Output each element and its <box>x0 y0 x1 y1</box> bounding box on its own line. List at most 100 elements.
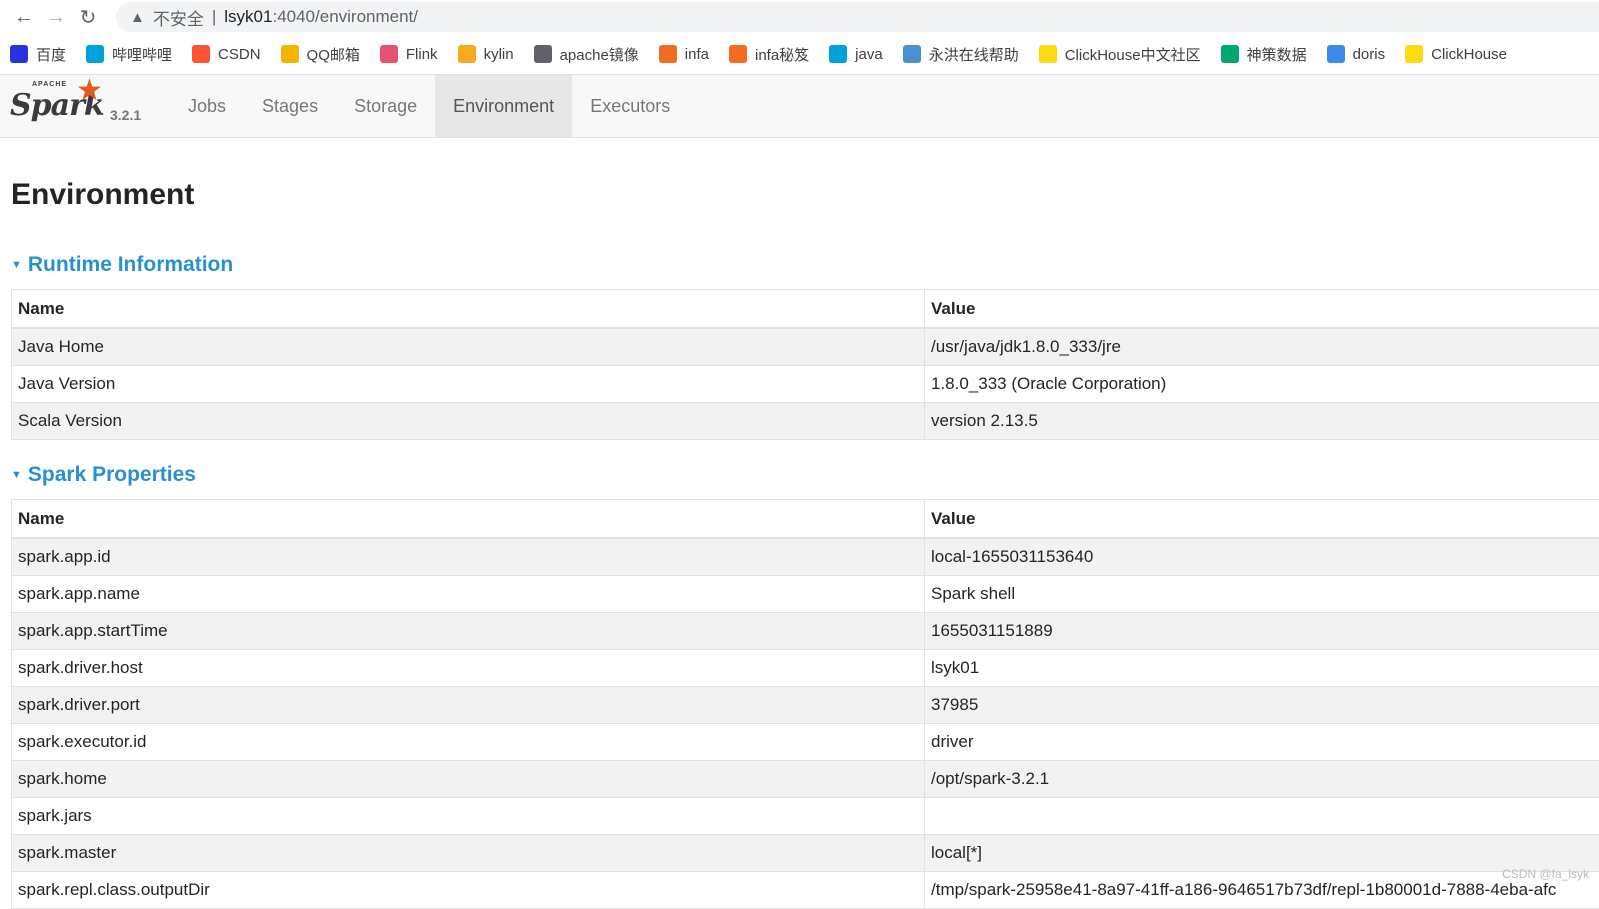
cell-name: spark.driver.host <box>12 650 925 687</box>
csdn-icon <box>192 45 210 63</box>
cell-value: /opt/spark-3.2.1 <box>925 761 1599 798</box>
bilibili-icon <box>829 45 847 63</box>
table-row: spark.executor.iddriver <box>12 724 1599 761</box>
column-header-name[interactable]: Name <box>12 290 925 329</box>
bookmark-item[interactable]: CSDN <box>192 45 261 63</box>
spark-properties-table: Name Value spark.app.idlocal-16550311536… <box>11 499 1599 909</box>
bookmark-label: 哔哩哔哩 <box>112 44 172 65</box>
bookmark-item[interactable]: ClickHouse <box>1405 45 1507 63</box>
table-row: Java Home/usr/java/jdk1.8.0_333/jre <box>12 328 1599 366</box>
bookmark-label: 永洪在线帮助 <box>929 44 1019 65</box>
warning-icon: ▲ <box>130 9 145 26</box>
bookmark-item[interactable]: 神策数据 <box>1221 44 1307 65</box>
address-bar[interactable]: ▲ 不安全 | lsyk01:4040/environment/ <box>116 2 1599 32</box>
kylin-icon <box>458 45 476 63</box>
bookmark-item[interactable]: QQ邮箱 <box>281 44 360 65</box>
bookmark-item[interactable]: java <box>829 45 883 63</box>
infa-icon <box>729 45 747 63</box>
cell-value <box>925 798 1599 835</box>
bookmark-item[interactable]: kylin <box>458 45 514 63</box>
bookmark-item[interactable]: 百度 <box>10 44 66 65</box>
cell-name: spark.master <box>12 835 925 872</box>
qqmail-icon <box>281 45 299 63</box>
table-row: Java Version1.8.0_333 (Oracle Corporatio… <box>12 366 1599 403</box>
bookmark-label: doris <box>1353 46 1386 63</box>
column-header-value[interactable]: Value <box>925 290 1599 329</box>
spark-brand[interactable]: APACHE Spark ★ 3.2.1 <box>0 75 170 137</box>
globe-icon <box>534 45 552 63</box>
bilibili-icon <box>86 45 104 63</box>
bookmark-item[interactable]: infa秘笈 <box>729 44 809 65</box>
bookmark-label: 神策数据 <box>1247 44 1307 65</box>
bookmark-label: infa秘笈 <box>755 44 809 65</box>
bookmark-label: QQ邮箱 <box>307 44 360 65</box>
tab-environment[interactable]: Environment <box>435 75 572 137</box>
table-row: spark.app.nameSpark shell <box>12 576 1599 613</box>
bookmark-item[interactable]: infa <box>659 45 709 63</box>
cell-value: local-1655031153640 <box>925 538 1599 576</box>
watermark: CSDN @fa_lsyk <box>1502 867 1589 881</box>
cell-name: spark.home <box>12 761 925 798</box>
cell-value: Spark shell <box>925 576 1599 613</box>
caret-down-icon: ▼ <box>11 259 22 271</box>
table-row: spark.driver.hostlsyk01 <box>12 650 1599 687</box>
clickhouse-icon <box>1405 45 1423 63</box>
tab-stages[interactable]: Stages <box>244 75 336 137</box>
bookmark-label: CSDN <box>218 46 261 63</box>
forward-button[interactable]: → <box>40 3 72 31</box>
cell-name: spark.jars <box>12 798 925 835</box>
bookmark-label: java <box>855 46 883 63</box>
yonghong-icon <box>903 45 921 63</box>
table-row: spark.driver.port37985 <box>12 687 1599 724</box>
table-row: Scala Versionversion 2.13.5 <box>12 403 1599 440</box>
table-row: spark.app.idlocal-1655031153640 <box>12 538 1599 576</box>
cell-name: Java Version <box>12 366 925 403</box>
bookmark-label: apache镜像 <box>560 44 639 65</box>
runtime-section-toggle[interactable]: ▼ Runtime Information <box>11 245 1599 285</box>
url-path: :4040/environment/ <box>272 7 418 27</box>
browser-toolbar: ← → ↻ ▲ 不安全 | lsyk01:4040/environment/ <box>0 0 1599 34</box>
bookmark-item[interactable]: ClickHouse中文社区 <box>1039 44 1201 65</box>
cell-value: local[*] <box>925 835 1599 872</box>
arrow-left-icon: ← <box>14 6 34 29</box>
tab-storage[interactable]: Storage <box>336 75 435 137</box>
cell-value: 1.8.0_333 (Oracle Corporation) <box>925 366 1599 403</box>
url-separator: | <box>212 7 216 27</box>
bookmark-label: infa <box>685 46 709 63</box>
spark-navbar: APACHE Spark ★ 3.2.1 JobsStagesStorageEn… <box>0 75 1599 138</box>
bookmark-item[interactable]: 哔哩哔哩 <box>86 44 172 65</box>
bookmark-item[interactable]: doris <box>1327 45 1386 63</box>
table-row: spark.jars <box>12 798 1599 835</box>
page-title: Environment <box>11 138 1599 230</box>
flink-icon <box>380 45 398 63</box>
bookmark-label: kylin <box>484 46 514 63</box>
bookmark-label: Flink <box>406 46 438 63</box>
spark-version: 3.2.1 <box>110 107 141 123</box>
bookmark-item[interactable]: apache镜像 <box>534 44 639 65</box>
reload-button[interactable]: ↻ <box>72 3 104 31</box>
reload-icon: ↻ <box>80 5 97 30</box>
column-header-value[interactable]: Value <box>925 500 1599 539</box>
tab-jobs[interactable]: Jobs <box>170 75 244 137</box>
bookmark-item[interactable]: Flink <box>380 45 438 63</box>
url-host: lsyk01 <box>224 7 272 27</box>
cell-value: driver <box>925 724 1599 761</box>
column-header-name[interactable]: Name <box>12 500 925 539</box>
sensors-icon <box>1221 45 1239 63</box>
spark-properties-section-toggle[interactable]: ▼ Spark Properties <box>11 455 1599 495</box>
back-button[interactable]: ← <box>8 3 40 31</box>
cell-name: spark.executor.id <box>12 724 925 761</box>
cell-name: spark.app.id <box>12 538 925 576</box>
cell-value: 1655031151889 <box>925 613 1599 650</box>
bookmark-label: 百度 <box>36 44 66 65</box>
cell-value: 37985 <box>925 687 1599 724</box>
bookmark-label: ClickHouse <box>1431 46 1507 63</box>
insecure-label: 不安全 <box>153 5 204 30</box>
infa-icon <box>659 45 677 63</box>
cell-name: spark.app.name <box>12 576 925 613</box>
tab-executors[interactable]: Executors <box>572 75 688 137</box>
table-row: spark.masterlocal[*] <box>12 835 1599 872</box>
cell-name: spark.app.startTime <box>12 613 925 650</box>
star-icon: ★ <box>76 73 103 108</box>
bookmark-item[interactable]: 永洪在线帮助 <box>903 44 1019 65</box>
